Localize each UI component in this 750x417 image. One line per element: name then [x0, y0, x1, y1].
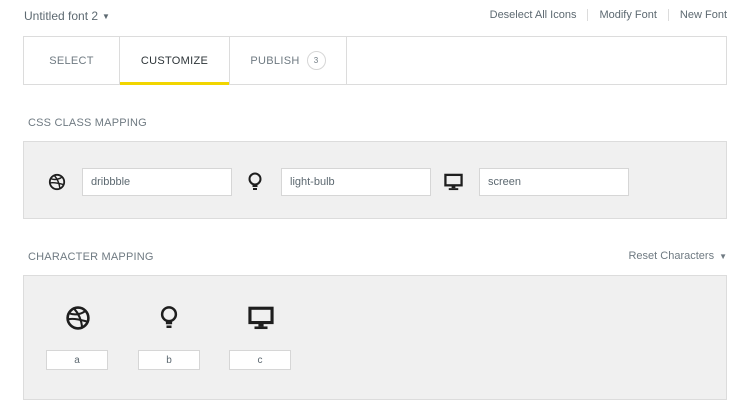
- css-class-mapping-heading: CSS CLASS MAPPING: [28, 117, 147, 129]
- light-bulb-character-input[interactable]: [138, 350, 200, 370]
- screen-icon: [247, 304, 275, 332]
- modify-font-link[interactable]: Modify Font: [599, 9, 656, 21]
- light-bulb-icon: [155, 304, 183, 332]
- dribbble-icon: [64, 304, 92, 332]
- font-name-label: Untitled font 2: [24, 9, 99, 23]
- dribbble-icon: [47, 172, 67, 192]
- light-bulb-class-input[interactable]: [281, 168, 431, 196]
- caret-down-icon: ▼: [102, 11, 110, 21]
- dribbble-character-input[interactable]: [46, 350, 108, 370]
- font-name-dropdown[interactable]: Untitled font 2 ▼: [24, 9, 110, 23]
- tab-customize[interactable]: CUSTOMIZE: [120, 37, 230, 85]
- screen-character-input[interactable]: [229, 350, 291, 370]
- active-tab-indicator: [120, 82, 229, 85]
- reset-characters-label: Reset Characters: [628, 250, 715, 262]
- character-mapping-heading: CHARACTER MAPPING: [28, 251, 154, 263]
- tab-select[interactable]: SELECT: [24, 37, 120, 84]
- light-bulb-icon: [245, 172, 265, 192]
- divider: [587, 9, 589, 21]
- screen-class-input[interactable]: [479, 168, 629, 196]
- new-font-link[interactable]: New Font: [680, 9, 727, 21]
- divider: [667, 9, 669, 21]
- reset-characters-dropdown[interactable]: Reset Characters ▼: [628, 250, 727, 262]
- publish-count-badge: 3: [306, 51, 326, 70]
- screen-icon: [443, 172, 463, 192]
- caret-down-icon: ▼: [719, 251, 727, 261]
- top-actions: Deselect All Icons Modify Font New Font: [490, 9, 727, 21]
- tab-customize-label: CUSTOMIZE: [140, 54, 209, 67]
- deselect-all-icons-link[interactable]: Deselect All Icons: [490, 9, 577, 21]
- tab-select-label: SELECT: [49, 54, 94, 67]
- top-bar: Untitled font 2 ▼ Deselect All Icons Mod…: [0, 0, 750, 30]
- tab-bar: SELECT CUSTOMIZE PUBLISH 3: [23, 36, 727, 85]
- dribbble-class-input[interactable]: [82, 168, 232, 196]
- tab-publish[interactable]: PUBLISH 3: [230, 37, 347, 84]
- tab-publish-label: PUBLISH: [250, 54, 300, 67]
- css-class-mapping-panel: [23, 141, 727, 219]
- character-mapping-panel: [23, 275, 727, 400]
